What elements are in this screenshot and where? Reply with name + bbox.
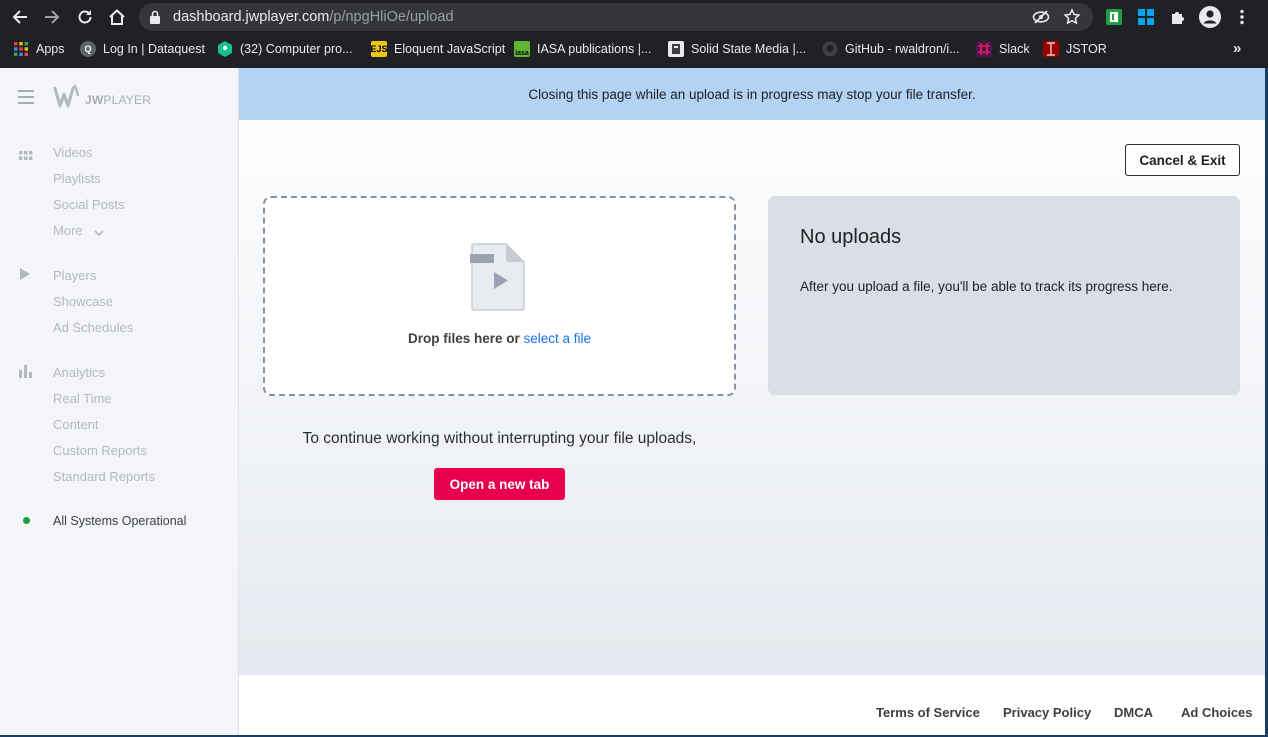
jstor-icon [1043,41,1059,57]
solid-state-icon [668,41,684,57]
eye-slash-icon[interactable] [1032,9,1050,30]
url-path: /p/npgHliOe/upload [329,9,454,25]
chevron-down-icon [94,224,104,239]
nav-more[interactable]: More [53,223,104,239]
lock-icon [149,10,161,29]
browser-menu-icon[interactable] [1230,5,1254,29]
nav-players[interactable]: Players [53,268,96,283]
reload-icon[interactable] [73,5,97,29]
footer: Terms of Service Privacy Policy DMCA Ad … [239,675,1265,737]
uploads-title: No uploads [800,226,902,248]
extension-green-icon[interactable] [1102,5,1126,29]
bookmark-computer-programming[interactable]: (32) Computer pro... [217,34,353,64]
url-text: dashboard.jwplayer.com/p/npgHliOe/upload [173,9,454,25]
home-icon[interactable] [105,5,129,29]
select-file-link[interactable]: select a file [524,331,592,346]
nav-ad-schedules[interactable]: Ad Schedules [53,320,133,335]
star-icon[interactable] [1063,8,1081,31]
apps-grid-icon [13,41,29,57]
open-new-tab-button[interactable]: Open a new tab [434,468,565,500]
bookmark-slack[interactable]: Slack [976,34,1030,64]
nav-showcase[interactable]: Showcase [53,294,113,309]
nav-social-posts[interactable]: Social Posts [53,197,125,212]
bookmark-iasa[interactable]: iasa IASA publications |... [514,34,651,64]
nav-more-label: More [53,223,83,238]
system-status-link[interactable]: All Systems Operational [53,514,186,528]
videos-grid-icon [19,148,33,166]
analytics-bar-chart-icon [19,365,33,383]
bookmark-label: Slack [999,42,1030,56]
banner-text: Closing this page while an upload is in … [528,86,976,102]
logo-wordmark: JWPLAYER [85,93,151,107]
bookmarks-bar: Apps Q Log In | Dataquest (32) Computer … [0,34,1268,68]
more-bookmarks-chevron[interactable]: » [1233,40,1241,57]
nav-analytics[interactable]: Analytics [53,365,105,380]
bookmark-jstor[interactable]: JSTOR [1043,34,1107,64]
logo-prefix: JW [85,93,104,107]
bookmark-label: Solid State Media |... [691,42,807,56]
bookmark-label: IASA publications |... [537,42,652,56]
footer-link-terms[interactable]: Terms of Service [876,705,980,720]
khan-academy-icon [217,41,233,57]
bookmark-apps[interactable]: Apps [13,34,65,64]
bookmark-label: GitHub - rwaldron/i... [845,42,960,56]
bookmark-eloquent-javascript[interactable]: EJS Eloquent JavaScript [371,34,505,64]
address-bar[interactable]: dashboard.jwplayer.com/p/npgHliOe/upload [139,3,1093,31]
dataquest-icon: Q [80,41,96,57]
dropzone-text: Drop files here or select a file [265,331,734,346]
bookmark-label: (32) Computer pro... [240,42,353,56]
uploads-panel: No uploads After you upload a file, you'… [768,196,1240,395]
github-icon [822,41,838,57]
nav-videos[interactable]: Videos [53,145,93,160]
continue-working-text: To continue working without interrupting… [302,430,697,447]
bookmark-label: Apps [36,42,65,56]
bookmark-label: Log In | Dataquest [103,42,205,56]
profile-avatar-icon[interactable] [1198,5,1222,29]
cancel-exit-button[interactable]: Cancel & Exit [1125,144,1240,176]
iasa-icon: iasa [514,41,530,57]
nav-playlists[interactable]: Playlists [53,171,101,186]
sidebar: JWPLAYER Videos Playlists Social Posts M… [0,68,239,737]
ejs-icon: EJS [371,41,388,57]
footer-link-privacy[interactable]: Privacy Policy [1003,705,1091,720]
bookmark-label: Eloquent JavaScript [394,42,506,56]
nav-real-time[interactable]: Real Time [53,391,112,406]
logo-suffix: PLAYER [103,93,152,107]
slack-icon [976,41,992,57]
windows-extension-icon[interactable] [1134,5,1158,29]
main-content: Closing this page while an upload is in … [239,68,1265,737]
jwplayer-logo[interactable]: JWPLAYER [53,83,151,111]
drop-prompt: Drop files here or [407,331,520,346]
bookmark-label: JSTOR [1066,42,1107,56]
footer-link-ad-choices[interactable]: Ad Choices [1181,705,1253,720]
nav-content[interactable]: Content [53,417,99,432]
browser-toolbar: dashboard.jwplayer.com/p/npgHliOe/upload [0,0,1268,34]
status-indicator-dot [23,517,30,524]
bookmark-github[interactable]: GitHub - rwaldron/i... [822,34,960,64]
video-file-icon [470,242,528,317]
footer-link-dmca[interactable]: DMCA [1114,705,1153,720]
bookmark-dataquest[interactable]: Q Log In | Dataquest [80,34,205,64]
nav-standard-reports[interactable]: Standard Reports [53,469,155,484]
hamburger-menu-icon[interactable] [18,90,34,108]
forward-arrow-icon[interactable] [40,5,64,29]
upload-warning-banner: Closing this page while an upload is in … [239,68,1265,120]
nav-custom-reports[interactable]: Custom Reports [53,443,147,458]
file-dropzone[interactable]: Drop files here or select a file [263,196,736,396]
players-play-icon [19,267,31,286]
bookmark-solid-state-media[interactable]: Solid State Media |... [668,34,806,64]
puzzle-extensions-icon[interactable] [1166,5,1190,29]
jwplayer-logo-mark-icon [53,84,80,108]
uploads-description: After you upload a file, you'll be able … [800,279,1173,294]
back-arrow-icon[interactable] [8,5,32,29]
url-host: dashboard.jwplayer.com [173,9,330,25]
